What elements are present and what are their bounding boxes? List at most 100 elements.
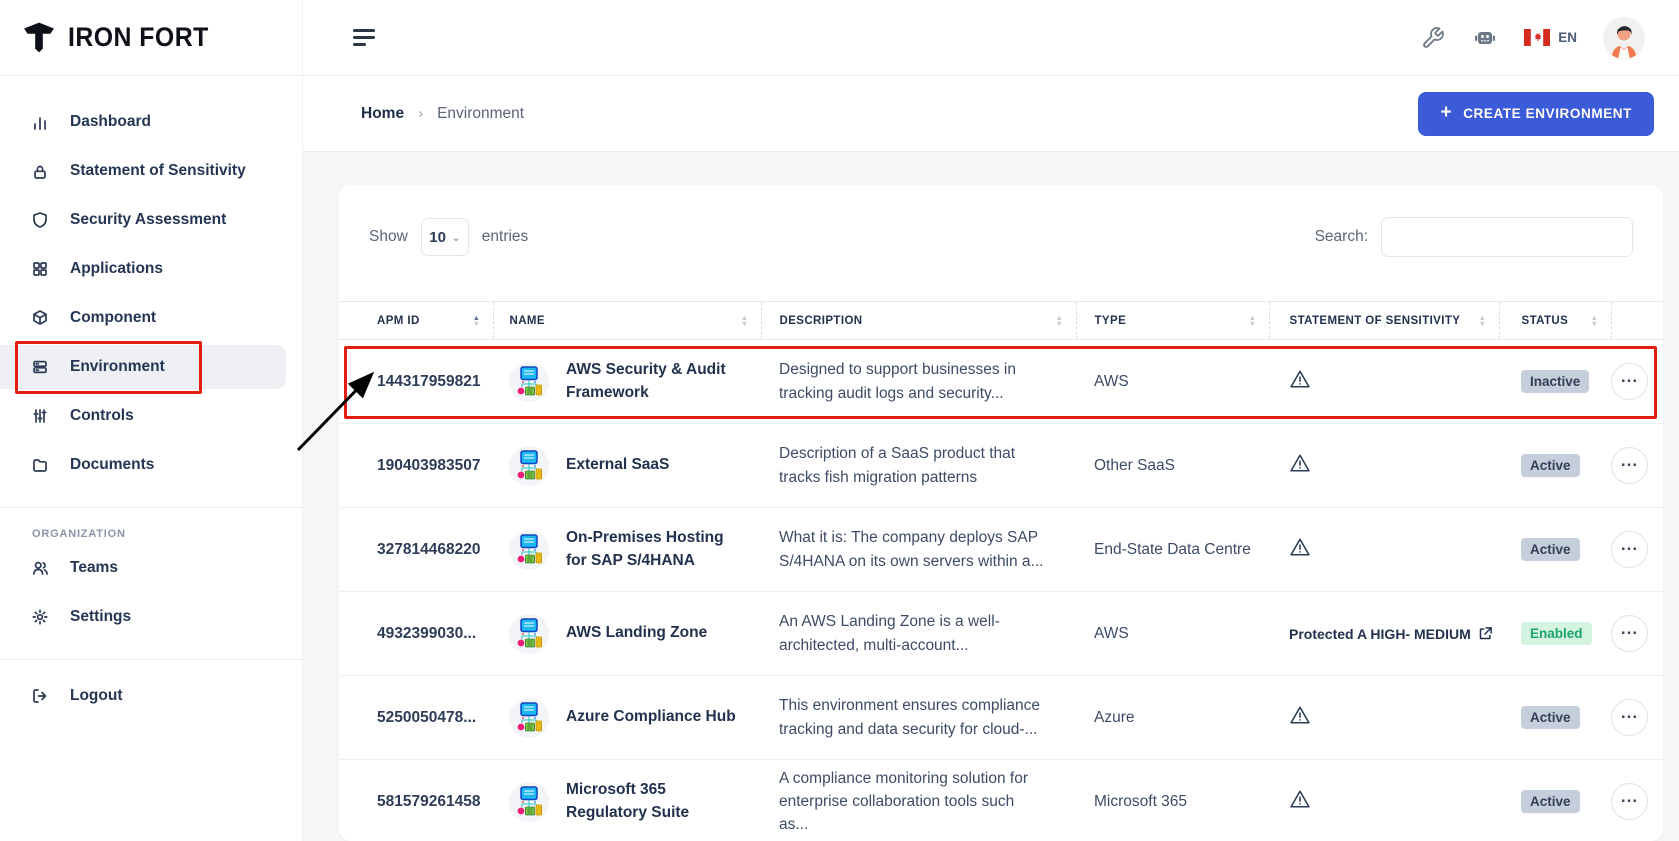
statement-of-sensitivity-cell bbox=[1269, 339, 1499, 424]
sidebar-nav: Dashboard Statement of Sensitivity Secur… bbox=[0, 76, 302, 723]
status-cell: Inactive bbox=[1499, 339, 1611, 424]
cube-icon bbox=[30, 308, 50, 328]
status-badge: Active bbox=[1521, 706, 1580, 729]
actions-cell: ... bbox=[1611, 675, 1663, 760]
ironfort-shield-icon bbox=[24, 22, 54, 52]
type-cell: AWS bbox=[1076, 339, 1269, 424]
name-cell: On-Premises Hosting for SAP S/4HANA bbox=[493, 507, 761, 592]
menu-toggle-icon[interactable] bbox=[353, 29, 375, 46]
table-controls: Show 10 ⌄ entries Search: bbox=[369, 217, 1633, 257]
table-row[interactable]: 190403983507 External SaaS Description o… bbox=[339, 423, 1663, 508]
environment-illustration-icon bbox=[509, 781, 549, 822]
table-row[interactable]: 581579261458 Microsoft 365 Regulatory Su… bbox=[339, 759, 1663, 841]
status-cell: Active bbox=[1499, 507, 1611, 592]
breadcrumb-home-link[interactable]: Home bbox=[361, 105, 404, 123]
breadcrumb-current: Environment bbox=[437, 104, 525, 122]
sliders-icon bbox=[30, 406, 50, 426]
column-header-status[interactable]: STATUS ▲ ▼ bbox=[1498, 301, 1611, 340]
environment-name[interactable]: AWS Security & Audit Framework bbox=[566, 359, 741, 404]
sidebar-item-teams[interactable]: Teams bbox=[0, 546, 302, 590]
sidebar-item-label: Applications bbox=[70, 260, 164, 277]
status-badge: Active bbox=[1521, 454, 1580, 477]
table-row[interactable]: 144317959821 AWS Security & Audit Framew… bbox=[339, 339, 1663, 424]
actions-cell: ... bbox=[1611, 339, 1663, 424]
column-header-description[interactable]: DESCRIPTION ▲ ▼ bbox=[760, 301, 1076, 340]
warning-icon bbox=[1289, 790, 1311, 813]
environment-table: APM ID ▲ ▼ NAME ▲ ▼ DESCRIPTION ▲ ▼ TYPE ▲ ▼ STA… bbox=[339, 301, 1663, 841]
environment-illustration-icon bbox=[509, 445, 549, 486]
apm-id-cell: 190403983507 bbox=[339, 423, 493, 508]
environment-name[interactable]: Microsoft 365 Regulatory Suite bbox=[566, 779, 741, 824]
sidebar-item-settings[interactable]: Settings bbox=[0, 595, 302, 639]
apm-id-cell: 5250050478... bbox=[339, 675, 493, 760]
column-header-name[interactable]: NAME ▲ ▼ bbox=[492, 301, 761, 340]
sidebar-item-security-assessment[interactable]: Security Assessment bbox=[0, 198, 302, 242]
page-size-select[interactable]: 10 ⌄ bbox=[420, 218, 469, 256]
row-actions-button[interactable]: ... bbox=[1611, 447, 1648, 484]
type-cell: End-State Data Centre bbox=[1076, 507, 1269, 592]
row-actions-button[interactable]: ... bbox=[1611, 531, 1648, 568]
robot-icon[interactable] bbox=[1472, 25, 1498, 51]
apm-id-cell: 4932399030... bbox=[339, 591, 493, 676]
environment-name[interactable]: External SaaS bbox=[566, 454, 669, 476]
sidebar-item-controls[interactable]: Controls bbox=[0, 394, 302, 438]
actions-cell: ... bbox=[1611, 423, 1663, 508]
warning-icon bbox=[1289, 538, 1311, 561]
column-header-apm-id[interactable]: APM ID ▲ ▼ bbox=[339, 301, 493, 340]
entries-label: entries bbox=[481, 228, 529, 245]
lock-icon bbox=[30, 161, 50, 181]
description-cell: What it is: The company deploys SAP S/4H… bbox=[761, 507, 1076, 592]
search-input[interactable] bbox=[1381, 217, 1633, 257]
description-cell: An AWS Landing Zone is a well-architecte… bbox=[761, 591, 1076, 676]
sidebar-item-dashboard[interactable]: Dashboard bbox=[0, 100, 302, 144]
sidebar-item-documents[interactable]: Documents bbox=[0, 443, 302, 487]
create-environment-button[interactable]: + CREATE ENVIRONMENT bbox=[1418, 91, 1654, 136]
table-row[interactable]: 5250050478... Azure Compliance Hub This … bbox=[339, 675, 1663, 760]
column-header-type[interactable]: TYPE ▲ ▼ bbox=[1075, 301, 1269, 340]
status-cell: Active bbox=[1499, 423, 1611, 508]
type-cell: Microsoft 365 bbox=[1076, 759, 1269, 841]
environment-illustration-icon bbox=[509, 697, 549, 738]
environment-name[interactable]: Azure Compliance Hub bbox=[566, 706, 736, 728]
column-header-statement-of-sensitivity[interactable]: STATEMENT OF SENSITIVITY ▲ ▼ bbox=[1268, 301, 1499, 340]
table-row[interactable]: 327814468220 On-Premises Hosting for SAP… bbox=[339, 507, 1663, 592]
sort-icons: ▲ ▼ bbox=[1055, 312, 1064, 328]
row-actions-button[interactable]: ... bbox=[1611, 699, 1648, 736]
table-row[interactable]: 4932399030... AWS Landing Zone An AWS La… bbox=[339, 591, 1663, 676]
apm-id-cell: 144317959821 bbox=[339, 339, 493, 424]
apm-id-cell: 327814468220 bbox=[339, 507, 493, 592]
language-selector[interactable]: EN bbox=[1524, 29, 1577, 46]
sidebar-item-logout[interactable]: Logout bbox=[0, 674, 302, 718]
actions-cell: ... bbox=[1611, 507, 1663, 592]
avatar[interactable] bbox=[1603, 16, 1645, 59]
name-cell: External SaaS bbox=[493, 423, 761, 508]
environment-name[interactable]: On-Premises Hosting for SAP S/4HANA bbox=[566, 527, 741, 572]
sidebar-divider bbox=[0, 507, 302, 508]
table-header-row: APM ID ▲ ▼ NAME ▲ ▼ DESCRIPTION ▲ ▼ TYPE ▲ ▼ STA… bbox=[339, 301, 1663, 340]
name-cell: AWS Landing Zone bbox=[493, 591, 761, 676]
sort-icons: ▲ ▼ bbox=[740, 312, 749, 328]
row-actions-button[interactable]: ... bbox=[1611, 615, 1648, 652]
sidebar-item-component[interactable]: Component bbox=[0, 296, 302, 340]
sidebar-item-environment[interactable]: Environment bbox=[0, 345, 286, 389]
statement-of-sensitivity-cell: Protected A HIGH- MEDIUM bbox=[1269, 591, 1499, 676]
sidebar-item-statement-of-sensitivity[interactable]: Statement of Sensitivity bbox=[0, 149, 302, 193]
sidebar-item-applications[interactable]: Applications bbox=[0, 247, 302, 291]
row-actions-button[interactable]: ... bbox=[1611, 783, 1648, 820]
environment-name[interactable]: AWS Landing Zone bbox=[566, 622, 707, 644]
sidebar-section-label: ORGANIZATION bbox=[32, 528, 126, 540]
row-actions-button[interactable]: ... bbox=[1611, 363, 1648, 400]
type-cell: Azure bbox=[1076, 675, 1269, 760]
description-cell: Description of a SaaS product that track… bbox=[761, 423, 1076, 508]
sidebar-item-label: Logout bbox=[70, 687, 123, 704]
sort-icons: ▲ ▼ bbox=[472, 312, 481, 328]
warning-icon bbox=[1289, 454, 1311, 477]
environment-illustration-icon bbox=[509, 613, 549, 654]
wrench-icon[interactable] bbox=[1420, 25, 1446, 51]
sidebar-item-label: Settings bbox=[70, 608, 132, 625]
sidebar-item-label: Environment bbox=[70, 358, 165, 375]
status-badge: Enabled bbox=[1521, 622, 1592, 645]
statement-of-sensitivity-cell bbox=[1269, 423, 1499, 508]
sos-protected-link[interactable]: Protected A HIGH- MEDIUM bbox=[1289, 626, 1499, 642]
environment-illustration-icon bbox=[509, 529, 549, 570]
